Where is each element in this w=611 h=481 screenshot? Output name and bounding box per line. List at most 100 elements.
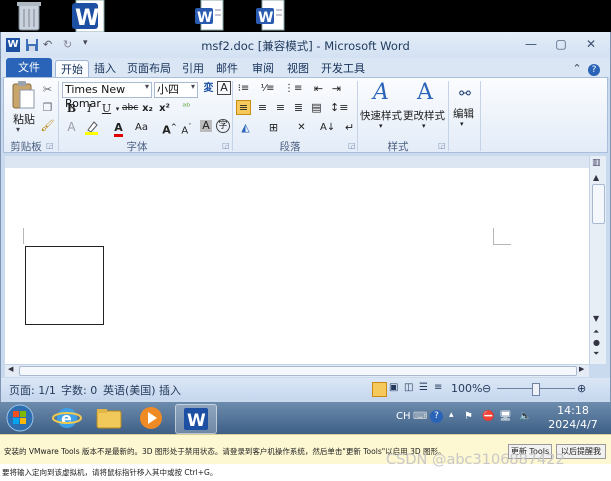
scroll-thumb[interactable]	[592, 184, 605, 224]
copy-icon[interactable]: ❐	[40, 100, 55, 115]
word-taskbar-button[interactable]: W	[175, 404, 217, 434]
tab-view[interactable]: 视图	[284, 60, 312, 77]
chevron-down-icon[interactable]: ▾	[422, 122, 426, 130]
system-clock[interactable]: 14:18 2024/4/7	[548, 404, 598, 432]
media-player-icon[interactable]	[134, 404, 168, 432]
paste-icon[interactable]	[10, 80, 36, 110]
web-layout-view-icon[interactable]: ◫	[404, 382, 413, 393]
decrease-indent-icon[interactable]: ⇤	[311, 81, 326, 96]
text-box-shape[interactable]	[25, 246, 104, 325]
dialog-launcher-icon[interactable]: ◲	[46, 141, 54, 150]
next-page-icon[interactable]: ⏷	[593, 349, 599, 359]
change-styles-button[interactable]: 更改样式	[403, 108, 445, 123]
line-spacing-icon[interactable]: ↕≡	[330, 100, 348, 115]
quick-styles-button[interactable]: 快速样式	[360, 108, 402, 123]
recycle-bin-icon[interactable]	[12, 0, 48, 32]
outline-view-icon[interactable]: ☰	[419, 382, 428, 393]
font-color-icon[interactable]: A	[111, 120, 126, 137]
text-effects-icon[interactable]: A	[64, 120, 79, 135]
close-button[interactable]: ✕	[579, 36, 603, 53]
strikethrough-icon[interactable]: abc	[122, 101, 138, 116]
shrink-font-icon[interactable]: Aˇ	[179, 120, 194, 136]
align-center-icon[interactable]: ≡	[255, 100, 270, 115]
align-left-icon[interactable]: ≡	[236, 100, 251, 115]
insert-mode[interactable]: 插入	[159, 382, 181, 398]
network-icon[interactable]: ⛔	[482, 411, 494, 422]
zoom-slider-thumb[interactable]	[532, 383, 540, 396]
clear-formatting-icon[interactable]: ᵃᵇ	[179, 100, 194, 115]
change-styles-icon[interactable]: A	[412, 80, 438, 106]
chevron-down-icon[interactable]: ▾	[460, 120, 464, 128]
minimize-button[interactable]: —	[519, 36, 543, 53]
format-painter-icon[interactable]: 🖌	[40, 118, 55, 133]
chevron-down-icon[interactable]: ▾	[379, 122, 383, 130]
scroll-up-icon[interactable]: ▲	[593, 173, 599, 182]
tab-home[interactable]: 开始	[55, 60, 89, 78]
doc-file-icon[interactable]: W	[193, 0, 229, 32]
shading-icon[interactable]: ◭	[238, 120, 253, 135]
bold-icon[interactable]: B	[64, 101, 79, 116]
justify-icon[interactable]: ≣	[291, 100, 306, 115]
sort-icon[interactable]: A↓	[320, 120, 335, 135]
character-shading-icon[interactable]: A	[200, 120, 212, 132]
tab-file[interactable]: 文件	[6, 58, 52, 77]
minimize-ribbon-icon[interactable]: ⌃	[571, 60, 583, 77]
language-indicator[interactable]: 英语(美国)	[103, 382, 156, 398]
maximize-button[interactable]: ▢	[549, 36, 573, 53]
internet-explorer-icon[interactable]: e	[50, 404, 84, 432]
show-hide-marks-icon[interactable]: ↵	[342, 120, 357, 135]
tab-insert[interactable]: 插入	[91, 60, 119, 77]
document-page[interactable]	[5, 168, 589, 364]
doc-file-icon[interactable]: W	[254, 0, 290, 32]
vertical-scrollbar[interactable]: ▥ ▲ ▼ ⏶ ● ⏷	[589, 156, 606, 364]
phonetic-guide-icon[interactable]: 変	[201, 81, 216, 96]
chevron-down-icon[interactable]: ▾	[191, 82, 195, 91]
display-icon[interactable]: 🖥	[499, 411, 512, 422]
chevron-down-icon[interactable]: ▾	[145, 82, 149, 91]
help-icon[interactable]: ?	[430, 410, 443, 423]
find-binoculars-icon[interactable]: ⚯	[455, 84, 475, 104]
paste-dropdown-icon[interactable]: ▾	[16, 125, 20, 134]
scroll-right-icon[interactable]: ▶	[579, 365, 584, 373]
page-count[interactable]: 页面: 1/1	[9, 382, 56, 398]
ruler-toggle-icon[interactable]: ▥	[592, 158, 603, 169]
dialog-launcher-icon[interactable]: ◲	[348, 141, 356, 150]
keyboard-icon[interactable]: ⌨	[413, 411, 427, 422]
font-name-select[interactable]: Times New Romar	[62, 82, 152, 110]
subscript-icon[interactable]: x₂	[140, 101, 155, 116]
volume-icon[interactable]: 🔈	[519, 411, 531, 422]
quick-styles-icon[interactable]: A	[368, 80, 394, 106]
tab-references[interactable]: 引用	[179, 60, 207, 77]
select-browse-object-icon[interactable]: ●	[593, 338, 600, 347]
tab-review[interactable]: 审阅	[249, 60, 277, 77]
word-desktop-icon[interactable]: W	[70, 0, 106, 33]
show-hidden-icons[interactable]: ▴	[449, 410, 454, 420]
word-count[interactable]: 字数: 0	[61, 382, 97, 398]
scroll-thumb[interactable]	[19, 366, 577, 376]
scroll-down-icon[interactable]: ▼	[593, 314, 599, 323]
tab-page-layout[interactable]: 页面布局	[125, 60, 173, 77]
italic-icon[interactable]: I	[82, 101, 97, 116]
zoom-out-icon[interactable]: ⊖	[482, 382, 491, 395]
previous-page-icon[interactable]: ⏶	[593, 327, 599, 337]
start-button[interactable]	[5, 404, 37, 432]
tab-developer[interactable]: 开发工具	[319, 60, 367, 77]
horizontal-scrollbar[interactable]: ◀ ▶	[5, 364, 589, 377]
grow-font-icon[interactable]: A^	[162, 120, 177, 137]
title-bar[interactable]: W ↶ ↻ ▾ msf2.doc [兼容模式] - Microsoft Word…	[1, 32, 610, 58]
file-explorer-icon[interactable]	[92, 404, 126, 432]
help-icon[interactable]: ?	[587, 60, 601, 77]
draft-view-icon[interactable]: ≡	[434, 382, 442, 393]
superscript-icon[interactable]: x²	[157, 101, 172, 116]
zoom-in-icon[interactable]: ⊕	[577, 382, 586, 395]
change-case-icon[interactable]: Aa	[134, 120, 149, 135]
character-border-icon[interactable]: A	[217, 81, 231, 95]
tab-mailings[interactable]: 邮件	[213, 60, 241, 77]
print-layout-view-icon[interactable]	[372, 382, 387, 397]
highlight-icon[interactable]	[84, 120, 99, 135]
multilevel-list-icon[interactable]: ⋮≡	[284, 81, 302, 96]
bullets-icon[interactable]: ⁝≡	[236, 81, 251, 96]
input-language[interactable]: CH	[396, 411, 411, 422]
dialog-launcher-icon[interactable]: ◲	[222, 141, 230, 150]
align-right-icon[interactable]: ≡	[273, 100, 288, 115]
